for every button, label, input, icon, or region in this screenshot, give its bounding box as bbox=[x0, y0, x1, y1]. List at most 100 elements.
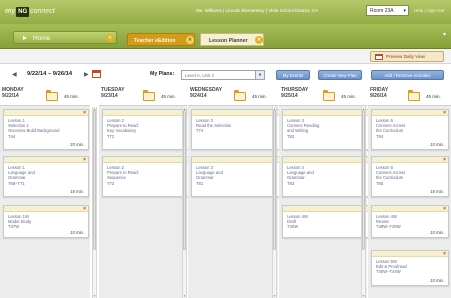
day-minutes: 45 min. bbox=[252, 94, 267, 99]
tab-close-icon[interactable]: ✕ bbox=[186, 36, 194, 44]
home-button[interactable]: Home ✕ bbox=[13, 31, 117, 44]
day-date: 9/22/14 bbox=[2, 93, 19, 99]
lesson-minutes: 15 min. bbox=[430, 189, 444, 194]
tab-teacher-eedition[interactable]: Teacher eEdition ✕ bbox=[127, 33, 195, 46]
room-select[interactable]: Room 23A ▾ bbox=[366, 5, 409, 16]
prev-week-icon[interactable]: ◀ bbox=[12, 71, 17, 78]
lesson-card[interactable]: × Lesson 1W Model Study T37W 10 min. bbox=[3, 205, 89, 238]
folder-icon[interactable] bbox=[234, 90, 246, 101]
lesson-minutes: 20 min. bbox=[70, 142, 84, 147]
lesson-minutes: 10 min. bbox=[70, 230, 84, 235]
lesson-minutes: 10 min. bbox=[430, 142, 444, 147]
my-plans-value: Level A, Unit 2 bbox=[185, 73, 215, 78]
remove-card-icon[interactable]: × bbox=[443, 206, 446, 212]
calendar-picker-icon[interactable] bbox=[92, 70, 101, 78]
lesson-card[interactable]: × Lesson 5W Edit & Proofread T40W–T44W 10 mi… bbox=[371, 250, 449, 286]
column-scrollbar[interactable]: ▲ ▼ bbox=[182, 107, 187, 298]
date-range: 9/22/14 – 9/26/14 bbox=[27, 71, 73, 77]
lesson-title: Lesson 5 Connect Across the Curriculum T84 bbox=[376, 118, 406, 139]
day-column-tuesday: TUESDAY9/23/1445 min.×Lesson 2Prepare to… bbox=[99, 85, 278, 298]
lesson-title: Lesson 3 Language and Grammar T81 bbox=[196, 165, 223, 186]
lesson-card[interactable]: × Lesson 1 Language and Grammar T68–T71 15 mi… bbox=[3, 156, 89, 197]
lesson-card[interactable]: × Lesson 4W Revise T38W–T39W 10 min. bbox=[371, 205, 449, 238]
day-minutes: 45 min. bbox=[64, 94, 79, 99]
remove-card-icon[interactable]: × bbox=[443, 157, 446, 163]
folder-icon[interactable] bbox=[323, 90, 335, 101]
day-date: 9/24/14 bbox=[190, 93, 207, 99]
remove-card-icon[interactable]: × bbox=[443, 110, 446, 116]
card-header-strip bbox=[4, 206, 88, 212]
lesson-card[interactable]: × Lesson 5 Connect Across the Curriculum T84… bbox=[371, 109, 449, 150]
myngconnect-logo[interactable]: my NG connect bbox=[5, 5, 55, 18]
folder-icon[interactable] bbox=[408, 90, 420, 101]
play-arrow-icon bbox=[23, 36, 27, 40]
lesson-title: Lesson 4 Language and Grammar T83 bbox=[287, 165, 314, 186]
next-week-icon[interactable]: ▶ bbox=[84, 71, 89, 78]
lesson-minutes: 15 min. bbox=[70, 189, 84, 194]
remove-card-icon[interactable]: × bbox=[83, 110, 86, 116]
day-date: 9/25/14 bbox=[281, 93, 298, 99]
top-links[interactable]: Help | Sign Out bbox=[414, 8, 444, 13]
top-header-bar: my NG connect Ms. Williams | Lincoln Ele… bbox=[0, 0, 451, 24]
day-header: THURSDAY 9/25/14 45 min. bbox=[279, 85, 367, 106]
date-navigation-row: ◀ 9/22/14 – 9/26/14 ▶ My Plans: Level A,… bbox=[0, 69, 451, 82]
lesson-title: Lesson 5W Edit & Proofread T40W–T44W bbox=[376, 259, 407, 275]
calendar-icon bbox=[375, 54, 383, 60]
scrollbar-thumb[interactable] bbox=[362, 110, 365, 250]
remove-card-icon[interactable]: × bbox=[443, 251, 446, 257]
scroll-down-icon[interactable]: ▼ bbox=[273, 294, 276, 298]
day-minutes: 45 min. bbox=[341, 94, 356, 99]
my-plans-label: My Plans: bbox=[150, 71, 175, 77]
week-planner: MONDAY 9/22/14 45 min. × Lesson 1 Selection 1… bbox=[0, 85, 451, 298]
day-minutes: 45 min. bbox=[426, 94, 441, 99]
lesson-title: Lesson 4W Revise T38W–T39W bbox=[376, 214, 401, 230]
room-select-value: Room 23A bbox=[370, 8, 394, 14]
day-header: WEDNESDAY 9/24/14 45 min. bbox=[188, 85, 278, 106]
remove-card-icon[interactable]: × bbox=[83, 206, 86, 212]
tab-close-icon[interactable]: ✕ bbox=[255, 36, 263, 44]
lesson-title: Lesson 3 Connect Reading and Writing T82 bbox=[287, 118, 320, 139]
lesson-title: Lesson 5 Connect Across the Curriculum T85 bbox=[376, 165, 406, 186]
remove-card-icon[interactable]: × bbox=[83, 157, 86, 163]
day-column-friday: FRIDAY 9/26/14 45 min. × Lesson 5 Connect Acr… bbox=[368, 85, 451, 298]
lesson-minutes: 10 min. bbox=[430, 230, 444, 235]
scroll-down-icon[interactable]: ▼ bbox=[93, 294, 96, 298]
lesson-card[interactable]: × Lesson 5 Connect Across the Curriculum T85… bbox=[371, 156, 449, 197]
home-label: Home bbox=[33, 35, 51, 42]
tab-label: Teacher eEdition bbox=[134, 38, 176, 44]
folder-icon[interactable] bbox=[46, 90, 58, 101]
lesson-minutes: 10 min. bbox=[430, 278, 444, 283]
my-events-button[interactable]: My Events bbox=[276, 70, 310, 80]
column-scrollbar[interactable]: ▲ ▼ bbox=[272, 107, 277, 298]
tab-overflow-icon[interactable]: ▾ bbox=[443, 31, 446, 38]
day-header: MONDAY 9/22/14 45 min. bbox=[0, 85, 90, 106]
folder-icon[interactable] bbox=[143, 90, 155, 101]
home-close-icon[interactable]: ✕ bbox=[106, 34, 114, 42]
column-scrollbar[interactable]: ▲ ▼ bbox=[92, 107, 97, 298]
day-column-thursday: THURSDAY9/25/1445 min.×Lesson 3Connect R… bbox=[279, 85, 451, 298]
scrollbar-thumb[interactable] bbox=[93, 110, 96, 250]
chevron-down-icon: ▾ bbox=[403, 8, 406, 14]
preview-daily-view-button[interactable]: Preview Daily View bbox=[370, 51, 444, 62]
card-header-strip bbox=[4, 157, 88, 163]
column-scrollbar[interactable]: ▲ ▼ bbox=[361, 107, 366, 298]
add-remove-activities-button[interactable]: Add / Remove Activities bbox=[371, 70, 444, 80]
day-date: 9/26/14 bbox=[370, 93, 387, 99]
lesson-title: Lesson 2 Prepare to Read: Key Vocabulary T7… bbox=[107, 118, 139, 139]
create-new-plan-button[interactable]: Create New Plan bbox=[318, 70, 362, 80]
card-header-strip bbox=[372, 110, 448, 116]
scroll-down-icon[interactable]: ▼ bbox=[362, 294, 365, 298]
day-header: FRIDAY 9/26/14 45 min. bbox=[368, 85, 451, 106]
scrollbar-thumb[interactable] bbox=[273, 110, 276, 250]
my-plans-select[interactable]: Level A, Unit 2 ▼ bbox=[181, 70, 265, 80]
lesson-card[interactable]: × Lesson 1 Selection 1 Overview Build Backg… bbox=[3, 109, 89, 150]
lesson-title: Lesson 1 Selection 1 Overview Build Backgr… bbox=[8, 118, 60, 139]
scroll-down-icon[interactable]: ▼ bbox=[183, 294, 186, 298]
lesson-title: Lesson 3 Read the Selection T74 bbox=[196, 118, 232, 134]
card-header-strip bbox=[372, 157, 448, 163]
tab-lesson-planner[interactable]: Lesson Planner ✕ bbox=[200, 33, 264, 46]
logo-my-text: my bbox=[5, 8, 16, 15]
lesson-title: Lesson 1W Model Study T37W bbox=[8, 214, 32, 230]
lesson-title: Lesson 2 Prepare to Read: Sequence T73 bbox=[107, 165, 139, 186]
scrollbar-thumb[interactable] bbox=[183, 110, 186, 250]
